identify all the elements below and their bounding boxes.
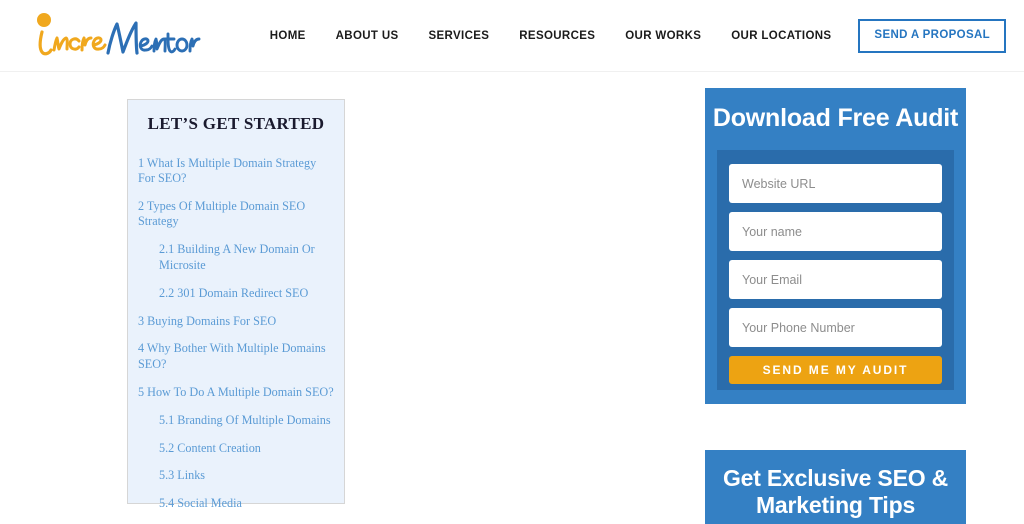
nav-our-locations[interactable]: OUR LOCATIONS	[716, 0, 846, 72]
audit-panel-title: Download Free Audit	[712, 104, 959, 132]
toc-link-2[interactable]: 2 Types Of Multiple Domain SEO Strategy	[138, 199, 334, 230]
nav-about-us[interactable]: ABOUT US	[321, 0, 414, 72]
toc-link-2-2[interactable]: 2.2 301 Domain Redirect SEO	[138, 286, 334, 301]
toc-link-4[interactable]: 4 Why Bother With Multiple Domains SEO?	[138, 341, 334, 372]
toc-link-2-1[interactable]: 2.1 Building A New Domain Or Microsite	[138, 242, 334, 273]
list-item: 5.1 Branding Of Multiple Domains	[138, 413, 334, 428]
list-item: 4 Why Bother With Multiple Domains SEO?	[138, 341, 334, 372]
toc-link-3[interactable]: 3 Buying Domains For SEO	[138, 314, 334, 329]
list-item: 5.2 Content Creation	[138, 441, 334, 456]
toc-link-5-3[interactable]: 5.3 Links	[138, 468, 334, 483]
tips-panel-title: Get Exclusive SEO & Marketing Tips	[705, 450, 966, 519]
logo-wordmark-icon	[37, 13, 201, 56]
nav-resources[interactable]: RESOURCES	[504, 0, 610, 72]
send-a-proposal-button[interactable]: SEND A PROPOSAL	[858, 19, 1006, 53]
send-me-my-audit-button[interactable]: SEND ME MY AUDIT	[729, 356, 942, 384]
list-item: 1 What Is Multiple Domain Strategy For S…	[138, 156, 334, 187]
nav-services[interactable]: SERVICES	[414, 0, 505, 72]
list-item: 3 Buying Domains For SEO	[138, 314, 334, 329]
list-item: 2.1 Building A New Domain Or Microsite	[138, 242, 334, 273]
tips-title-line-2: Marketing Tips	[755, 492, 916, 519]
main-navigation: HOME ABOUT US SERVICES RESOURCES OUR WOR…	[255, 0, 1006, 72]
page-root: HOME ABOUT US SERVICES RESOURCES OUR WOR…	[0, 0, 1024, 524]
toc-list: 1 What Is Multiple Domain Strategy For S…	[138, 156, 334, 524]
your-phone-input[interactable]	[729, 308, 942, 347]
tips-title-line-1: Get Exclusive SEO &	[722, 465, 949, 491]
download-free-audit-panel: Download Free Audit SEND ME MY AUDIT	[705, 88, 966, 404]
list-item: 5 How To Do A Multiple Domain SEO?	[138, 385, 334, 400]
your-email-input[interactable]	[729, 260, 942, 299]
list-item: 2.2 301 Domain Redirect SEO	[138, 286, 334, 301]
website-url-input[interactable]	[729, 164, 942, 203]
nav-home[interactable]: HOME	[255, 0, 321, 72]
toc-link-5-1[interactable]: 5.1 Branding Of Multiple Domains	[138, 413, 334, 428]
audit-form: SEND ME MY AUDIT	[717, 150, 954, 390]
toc-link-1[interactable]: 1 What Is Multiple Domain Strategy For S…	[138, 156, 334, 187]
your-name-input[interactable]	[729, 212, 942, 251]
table-of-contents: LET’S GET STARTED 1 What Is Multiple Dom…	[127, 99, 345, 510]
list-item: 5.4 Social Media	[138, 496, 334, 511]
list-item: 5.3 Links	[138, 468, 334, 483]
exclusive-tips-panel: Get Exclusive SEO & Marketing Tips	[705, 450, 966, 524]
site-logo[interactable]	[22, 8, 202, 63]
toc-link-5[interactable]: 5 How To Do A Multiple Domain SEO?	[138, 385, 334, 400]
toc-link-5-4[interactable]: 5.4 Social Media	[138, 496, 334, 511]
list-item: 2 Types Of Multiple Domain SEO Strategy	[138, 199, 334, 230]
nav-our-works[interactable]: OUR WORKS	[610, 0, 716, 72]
site-header: HOME ABOUT US SERVICES RESOURCES OUR WOR…	[0, 0, 1024, 72]
toc-title: LET’S GET STARTED	[147, 114, 325, 133]
toc-link-5-2[interactable]: 5.2 Content Creation	[138, 441, 334, 456]
